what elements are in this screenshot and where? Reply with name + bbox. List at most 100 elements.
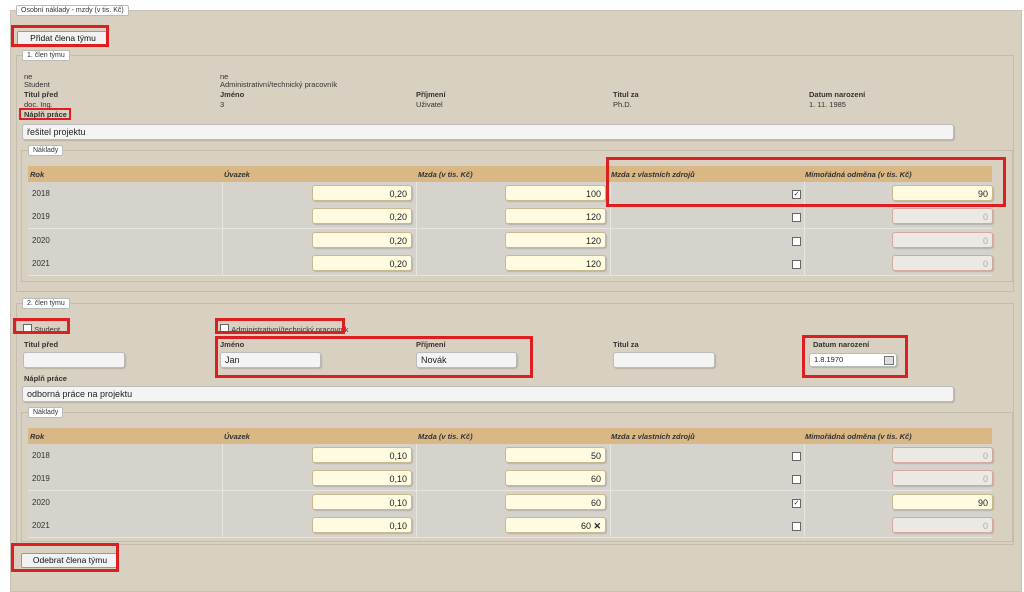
mzda-input[interactable]: 60 [505, 493, 606, 510]
table-row: 2019 0,20 120 0 [28, 205, 993, 230]
mzda-value: 120 [585, 258, 601, 269]
mzda-value: 60 [590, 497, 601, 508]
costs-table-header-1: Rok Úvazek Mzda (v tis. Kč) Mzda z vlast… [28, 166, 992, 182]
mzda-input[interactable]: 60 ✕ [505, 516, 606, 533]
datum-input[interactable]: 1.8.1970 [809, 353, 897, 367]
mzda-input[interactable]: 120 [505, 231, 606, 248]
uvazek-input[interactable]: 0,10 [312, 493, 412, 510]
col-odmena: Mimořádná odměna (v tis. Kč) [805, 170, 912, 179]
vlastni-checkbox[interactable] [792, 213, 801, 223]
mzda-value: 120 [585, 212, 601, 223]
vlastni-checkbox[interactable] [792, 259, 801, 269]
year-cell: 2020 [32, 235, 50, 245]
col-uvazek: Úvazek [224, 170, 250, 179]
vlastni-checkbox[interactable] [792, 475, 801, 485]
odmena-input[interactable]: 0 [892, 516, 993, 533]
year-cell: 2021 [32, 258, 50, 268]
titul-za-input[interactable] [613, 352, 715, 368]
table-row: 2019 0,10 60 0 [28, 467, 993, 492]
col-mzda: Mzda (v tis. Kč) [418, 432, 473, 441]
mzda-input[interactable]: 60 [505, 470, 606, 487]
datum-input-value: 1.8.1970 [814, 355, 844, 364]
mzda-input[interactable]: 120 [505, 208, 606, 225]
odmena-input[interactable]: 0 [892, 447, 993, 463]
year-cell: 2020 [32, 497, 50, 507]
titul-za-value: Ph.D. [613, 100, 632, 109]
year-cell: 2018 [32, 451, 50, 460]
uvazek-input[interactable]: 0,20 [312, 254, 412, 271]
napln-label-2: Náplň práce [24, 374, 67, 383]
odmena-input[interactable]: 0 [892, 254, 993, 271]
odmena-input[interactable]: 0 [892, 470, 993, 487]
year-cell: 2019 [32, 212, 50, 222]
vlastni-checkbox[interactable] [792, 452, 801, 461]
napln-label: Náplň práce [24, 110, 67, 119]
table-row: 2021 0,10 60 ✕ 0 [28, 513, 993, 538]
mzda-value: 60 [590, 474, 601, 485]
prijmeni-value: Uživatel [416, 100, 443, 109]
titul-za-label-2: Titul za [613, 340, 639, 349]
table-row: 2018 0,10 50 0 [28, 444, 993, 468]
table-row: 2021 0,20 120 0 [28, 251, 993, 276]
odmena-input[interactable]: 0 [892, 231, 993, 248]
year-cell: 2019 [32, 474, 50, 484]
mzda-value: 50 [590, 451, 601, 461]
year-cell: 2018 [32, 189, 50, 198]
col-vlastni: Mzda z vlastních zdrojů [611, 432, 695, 441]
student-checkbox-label: Student [34, 325, 61, 334]
add-member-button[interactable]: Přidat člena týmu [17, 31, 109, 46]
vlastni-checkbox[interactable] [792, 521, 801, 531]
datum-label-2: Datum narození [813, 340, 870, 349]
mzda-value: 60 [580, 520, 591, 531]
admin-checkbox-row[interactable]: Administrativní/technický pracovník [220, 323, 348, 334]
jmeno-label-2: Jméno [220, 340, 245, 349]
uvazek-input[interactable]: 0,10 [312, 516, 412, 533]
titul-pred-input[interactable] [23, 352, 125, 368]
vlastni-checkbox[interactable]: ✓ [792, 498, 801, 508]
mzda-input[interactable]: 50 [505, 447, 606, 463]
uvazek-input[interactable]: 0,20 [312, 185, 412, 201]
calendar-icon[interactable] [884, 356, 894, 365]
member-1-legend: 1. člen týmu [22, 50, 70, 61]
col-mzda: Mzda (v tis. Kč) [418, 170, 473, 179]
napln-input-2[interactable]: odborná práce na projektu [22, 386, 954, 402]
col-uvazek: Úvazek [224, 432, 250, 441]
mzda-value: 100 [585, 189, 601, 199]
vlastni-checkbox[interactable] [792, 236, 801, 246]
admin-checkbox-label: Administrativní/technický pracovník [231, 325, 349, 334]
odmena-input[interactable]: 0 [892, 208, 993, 225]
member-2-legend: 2. člen týmu [22, 298, 70, 309]
prijmeni-input[interactable]: Novák [416, 352, 517, 368]
uvazek-input[interactable]: 0,10 [312, 447, 412, 463]
table-row: 2020 0,20 120 0 [28, 228, 993, 253]
datum-value: 1. 11. 1985 [809, 100, 846, 109]
admin-label: Administrativní/technický pracovník [220, 80, 338, 89]
remove-member-button[interactable]: Odebrat člena týmu [21, 553, 119, 568]
admin-checkbox[interactable] [220, 324, 229, 333]
odmena-input[interactable]: 90 [892, 185, 993, 201]
col-rok: Rok [30, 432, 45, 441]
prijmeni-label: Příjmení [416, 90, 446, 99]
datum-label: Datum narození [809, 90, 866, 99]
uvazek-input[interactable]: 0,20 [312, 231, 412, 248]
col-odmena: Mimořádná odměna (v tis. Kč) [805, 432, 912, 441]
student-checkbox-row[interactable]: Student [23, 323, 60, 334]
table-row: 2020 0,10 60 ✓ 90 [28, 490, 993, 515]
jmeno-value: 3 [220, 100, 225, 109]
jmeno-label: Jméno [220, 90, 245, 99]
vlastni-checkbox[interactable]: ✓ [792, 190, 801, 199]
mzda-input[interactable]: 120 [505, 254, 606, 271]
costs-table-header-2: Rok Úvazek Mzda (v tis. Kč) Mzda z vlast… [28, 428, 992, 444]
year-cell: 2021 [32, 520, 50, 530]
student-checkbox[interactable] [23, 324, 32, 333]
napln-input[interactable]: řešitel projektu [22, 124, 954, 140]
mzda-input[interactable]: 100 [505, 185, 606, 201]
titul-pred-value: doc. Ing. [24, 100, 53, 109]
table-row: 2018 0,20 100 ✓ 90 [28, 182, 993, 206]
jmeno-input[interactable]: Jan [220, 352, 321, 368]
clear-icon[interactable]: ✕ [591, 521, 601, 531]
uvazek-input[interactable]: 0,20 [312, 208, 412, 225]
uvazek-input[interactable]: 0,10 [312, 470, 412, 487]
odmena-input[interactable]: 90 [892, 493, 993, 510]
col-vlastni: Mzda z vlastních zdrojů [611, 170, 695, 179]
